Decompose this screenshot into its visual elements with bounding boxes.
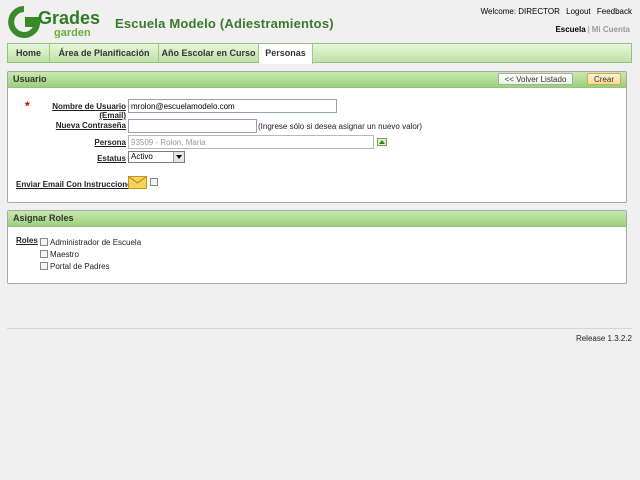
tab-personas[interactable]: Personas: [259, 44, 313, 64]
usuario-panel-header: Usuario << Volver Listado Crear: [8, 72, 626, 88]
person-input[interactable]: [128, 135, 374, 149]
grades-garden-logo: Grades garden: [8, 6, 104, 39]
role-padres-label: Portal de Padres: [50, 262, 110, 271]
password-label: Nueva Contraseña: [55, 121, 126, 130]
person-select-button[interactable]: [377, 138, 387, 146]
footer-divider: [7, 328, 632, 329]
main-nav: Home Área de Planificación Año Escolar e…: [7, 43, 632, 64]
password-input[interactable]: [128, 119, 257, 133]
envelope-icon: [128, 176, 147, 189]
context-separator: |: [587, 25, 590, 34]
roles-panel: Asignar Roles Roles Administrador de Esc…: [7, 210, 627, 284]
username-input[interactable]: [128, 99, 337, 113]
logout-link[interactable]: Logout: [566, 7, 590, 16]
person-label: Persona: [94, 138, 126, 147]
logo-text-bottom: garden: [54, 27, 91, 38]
tab-home[interactable]: Home: [8, 44, 50, 62]
up-arrow-icon: [379, 140, 385, 144]
usuario-panel-title: Usuario: [13, 74, 47, 84]
usuario-panel: Usuario << Volver Listado Crear * Nombre…: [7, 71, 627, 203]
context-mi-cuenta-link[interactable]: Mi Cuenta: [592, 25, 630, 34]
role-maestro-label: Maestro: [50, 250, 79, 259]
context-switcher: Escuela | Mi Cuenta: [555, 25, 630, 34]
back-to-list-button[interactable]: << Volver Listado: [498, 73, 573, 85]
username-label: Nombre de Usuario (Email): [52, 102, 126, 120]
required-marker: *: [25, 99, 30, 113]
roles-label: Roles: [16, 236, 38, 245]
role-admin-checkbox[interactable]: [40, 238, 48, 246]
role-maestro-checkbox[interactable]: [40, 250, 48, 258]
welcome-text: Welcome: DIRECTOR: [480, 7, 560, 16]
status-selected-value: Activo: [131, 152, 153, 161]
status-select[interactable]: Activo: [128, 151, 185, 163]
email-instructions-checkbox[interactable]: [150, 178, 158, 186]
context-escuela-link[interactable]: Escuela: [555, 25, 585, 34]
roles-panel-header: Asignar Roles: [8, 211, 626, 227]
status-label: Estatus: [97, 154, 126, 163]
create-button[interactable]: Crear: [587, 73, 621, 85]
school-title: Escuela Modelo (Adiestramientos): [115, 16, 334, 31]
tab-ano-escolar[interactable]: Año Escolar en Curso: [159, 44, 259, 62]
password-note: (Ingrese sólo si desea asignar un nuevo …: [258, 122, 423, 131]
roles-panel-title: Asignar Roles: [13, 213, 74, 223]
top-links: Welcome: DIRECTOR Logout Feedback: [477, 7, 632, 16]
role-admin-label: Administrador de Escuela: [50, 238, 142, 247]
chevron-down-icon: [173, 152, 184, 162]
logo-text-top: Grades: [38, 8, 100, 28]
feedback-link[interactable]: Feedback: [597, 7, 632, 16]
tab-area-planificacion[interactable]: Área de Planificación: [50, 44, 159, 62]
email-instructions-label: Enviar Email Con Instrucciones: [16, 180, 137, 189]
role-padres-checkbox[interactable]: [40, 262, 48, 270]
release-version: Release 1.3.2.2: [575, 334, 632, 343]
